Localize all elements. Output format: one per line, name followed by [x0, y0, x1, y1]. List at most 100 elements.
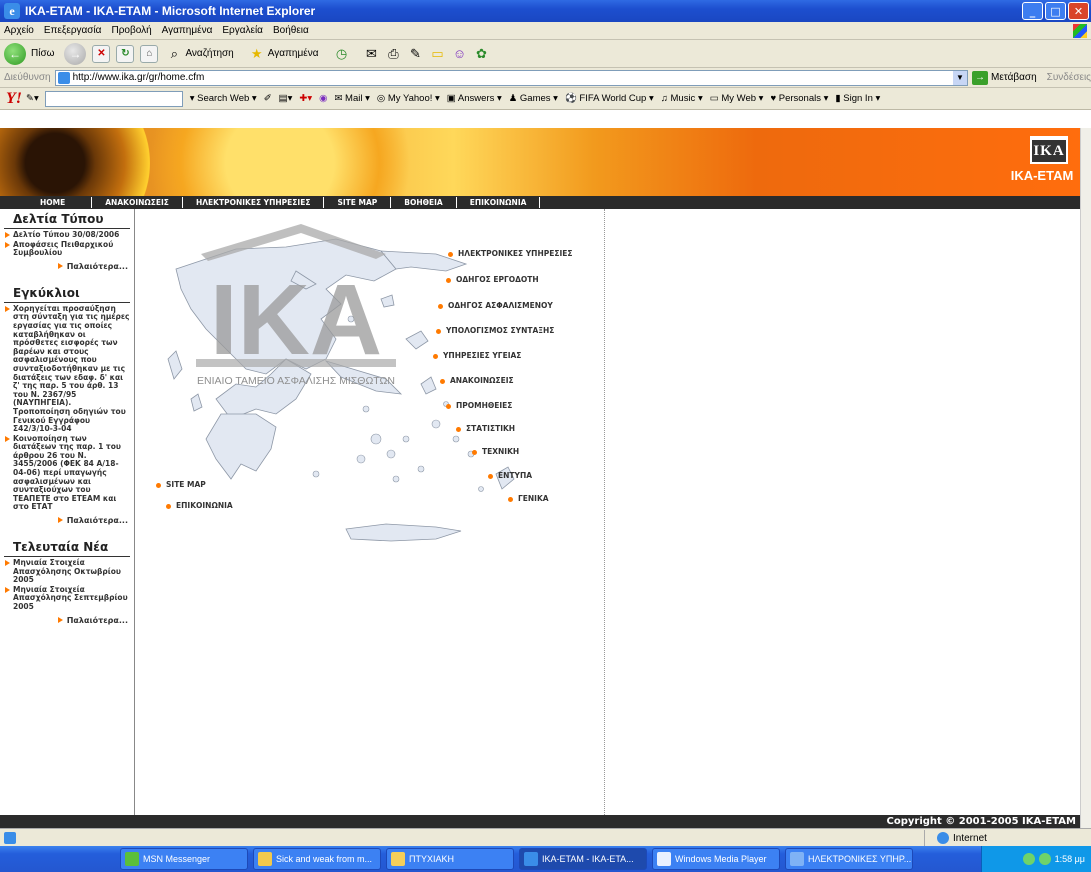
page-status-icon	[4, 831, 16, 844]
yahoo-mail-button[interactable]: ✉ Mail ▾	[334, 93, 369, 104]
circulars-older-link[interactable]: Παλαιότερα...	[0, 516, 134, 525]
map-link-technical[interactable]: ΤΕΧΝΙΚΗ	[472, 447, 519, 456]
task-ika-active[interactable]: IKA-ETAM - IKA-ETA...	[519, 848, 647, 870]
circular-item[interactable]: Χορηγείται προσαύξηση στη σύνταξη για τι…	[0, 304, 134, 434]
news-older-link[interactable]: Παλαιότερα...	[0, 616, 134, 625]
press-older-link[interactable]: Παλαιότερα...	[0, 262, 134, 271]
menu-view[interactable]: Προβολή	[111, 25, 151, 36]
antispy-icon[interactable]: ◉	[319, 93, 327, 104]
ika-logo[interactable]: IKA IKA-ETAM	[1011, 136, 1076, 196]
search-web-button[interactable]: ▾ Search Web ▾	[190, 93, 257, 104]
mail-icon[interactable]: ✉	[362, 45, 380, 63]
map-link-pension-calc[interactable]: ΥΠΟΛΟΓΙΣΜΟΣ ΣΥΝΤΑΞΗΣ	[436, 326, 554, 335]
my-web-button[interactable]: ▭ My Web ▾	[710, 93, 764, 104]
menu-file[interactable]: Αρχείο	[4, 25, 34, 36]
map-link-statistics[interactable]: ΣΤΑΤΙΣΤΙΚΗ	[456, 424, 515, 433]
links-label[interactable]: Συνδέσεις	[1047, 72, 1091, 83]
map-link-general[interactable]: ΓΕΝΙΚΑ	[508, 494, 549, 503]
map-link-site-map[interactable]: SITE MAP	[156, 480, 206, 489]
map-link-contact[interactable]: ΕΠΙΚΟΙΝΩΝΙΑ	[166, 501, 233, 510]
pencil-icon[interactable]: ✎▾	[26, 93, 39, 104]
layout-icon[interactable]: ▤▾	[279, 93, 293, 104]
folder-icon[interactable]: ▭	[428, 45, 446, 63]
forward-arrow-icon[interactable]: →	[64, 42, 87, 65]
tray-icon[interactable]	[1038, 853, 1051, 865]
back-button-label[interactable]: Πίσω	[31, 48, 54, 59]
map-link-insured-guide[interactable]: ΟΔΗΓΟΣ ΑΣΦΑΛΙΣΜΕΝΟΥ	[438, 301, 553, 310]
maximize-button[interactable]: □	[1045, 2, 1066, 20]
favorites-button-label[interactable]: Αγαπημένα	[268, 48, 319, 59]
search-icon[interactable]: ⌕	[165, 45, 183, 63]
clock[interactable]: 1:58 μμ	[1055, 854, 1085, 864]
circular-item[interactable]: Κοινοποίηση των διατάξεων της παρ. 1 του…	[0, 434, 134, 512]
press-item[interactable]: Δελτίο Τύπου 30/08/2006	[0, 230, 134, 240]
sign-in-button[interactable]: ▮ Sign In ▾	[835, 93, 880, 104]
press-item[interactable]: Αποφάσεις Πειθαρχικού Συμβουλίου	[0, 240, 134, 258]
page-scrollbar[interactable]	[1080, 128, 1091, 828]
go-button[interactable]: → Μετάβαση	[971, 70, 1037, 85]
page-content: IKA IKA-ETAM HOME ΑΝΑΚΟΙΝΩΣΕΙΣ ΗΛΕΚΤΡΟΝΙ…	[0, 110, 1091, 828]
back-arrow-icon[interactable]: ←	[4, 42, 26, 65]
page-icon	[57, 71, 70, 84]
zone-label: Internet	[953, 832, 987, 844]
nav-help[interactable]: ΒΟΗΘΕΙΑ	[391, 197, 457, 208]
stop-icon[interactable]: ✕	[92, 44, 111, 63]
print-icon[interactable]: ⎙	[384, 45, 402, 63]
messenger-icon[interactable]: ☺	[450, 45, 468, 63]
map-link-announcements[interactable]: ΑΝΑΚΟΙΝΩΣΕΙΣ	[440, 376, 514, 385]
map-link-e-services[interactable]: ΗΛΕΚΤΡΟΝΙΚΕΣ ΥΠΗΡΕΣΙΕΣ	[448, 249, 573, 258]
plus-icon[interactable]: ✚▾	[299, 93, 312, 104]
nav-site-map[interactable]: SITE MAP	[324, 197, 392, 208]
latest-news-heading: Τελευταία Νέα	[4, 537, 130, 558]
main-nav: HOME ΑΝΑΚΟΙΝΩΣΕΙΣ ΗΛΕΚΤΡΟΝΙΚΕΣ ΥΠΗΡΕΣΙΕΣ…	[0, 196, 1080, 209]
menu-edit[interactable]: Επεξεργασία	[44, 25, 102, 36]
home-icon[interactable]: ⌂	[140, 44, 159, 63]
refresh-icon[interactable]: ↻	[116, 44, 135, 63]
favorites-star-icon[interactable]: ★	[248, 45, 266, 63]
edit-icon[interactable]: ✎	[406, 45, 424, 63]
task-media-player[interactable]: Windows Media Player	[652, 848, 780, 870]
yahoo-logo[interactable]: Y!	[6, 90, 22, 108]
news-item[interactable]: Μηνιαία Στοιχεία Απασχόλησης Οκτωβρίου 2…	[0, 558, 134, 585]
address-url[interactable]: http://www.ika.gr/gr/home.cfm	[73, 72, 205, 83]
highlight-icon[interactable]: ✐	[264, 93, 272, 104]
go-arrow-icon: →	[971, 70, 988, 85]
map-link-forms[interactable]: ΕΝΤΥΠΑ	[488, 471, 532, 480]
fifa-button[interactable]: ⚽ FIFA World Cup ▾	[565, 93, 654, 104]
address-bar: Διεύθυνση http://www.ika.gr/gr/home.cfm …	[0, 68, 1091, 88]
task-eservices[interactable]: ΗΛΕΚΤΡΟΝΙΚΕΣ ΥΠΗΡ...	[785, 848, 913, 870]
nav-e-services[interactable]: ΗΛΕΚΤΡΟΝΙΚΕΣ ΥΠΗΡΕΣΙΕΣ	[183, 197, 325, 208]
nav-home[interactable]: HOME	[0, 197, 93, 208]
menu-tools[interactable]: Εργαλεία	[222, 25, 263, 36]
nav-contact[interactable]: ΕΠΙΚΟΙΝΩΝΙΑ	[457, 197, 541, 208]
tray-icon[interactable]	[1022, 853, 1035, 865]
history-icon[interactable]: ◷	[332, 45, 350, 63]
ie-icon	[524, 852, 538, 866]
map-link-employer-guide[interactable]: ΟΔΗΓΟΣ ΕΡΓΟΔΟΤΗ	[446, 275, 539, 284]
news-item[interactable]: Μηνιαία Στοιχεία Απασχόλησης Σεπτεμβρίου…	[0, 585, 134, 612]
msn-butterfly-icon[interactable]: ✿	[472, 45, 490, 63]
task-msn[interactable]: MSN Messenger	[120, 848, 248, 870]
personals-button[interactable]: ♥ Personals ▾	[770, 93, 828, 104]
menu-bar: Αρχείο Επεξεργασία Προβολή Αγαπημένα Εργ…	[0, 22, 1091, 40]
music-button[interactable]: ♫ Music ▾	[661, 93, 703, 104]
yahoo-search-input[interactable]	[44, 90, 183, 107]
nav-announcements[interactable]: ΑΝΑΚΟΙΝΩΣΕΙΣ	[92, 197, 183, 208]
window-title: IKA-ETAM - IKA-ETAM - Microsoft Internet…	[25, 4, 316, 18]
answers-button[interactable]: ▣ Answers ▾	[447, 93, 502, 104]
press-releases-heading: Δελτία Τύπου	[4, 209, 130, 229]
menu-favorites[interactable]: Αγαπημένα	[162, 25, 213, 36]
games-button[interactable]: ♟ Games ▾	[509, 93, 558, 104]
older-label: Παλαιότερα...	[66, 261, 128, 271]
search-button-label[interactable]: Αναζήτηση	[185, 48, 233, 59]
task-folder[interactable]: ΠΤΥΧΙΑΚΗ	[386, 848, 514, 870]
my-yahoo-button[interactable]: ◎ My Yahoo! ▾	[377, 93, 440, 104]
minimize-button[interactable]: _	[1022, 2, 1043, 20]
task-browser-sick[interactable]: Sick and weak from m...	[253, 848, 381, 870]
map-link-procurements[interactable]: ΠΡΟΜΗΘΕΙΕΣ	[446, 401, 512, 410]
menu-help[interactable]: Βοήθεια	[273, 25, 309, 36]
address-dropdown-icon[interactable]: ▼	[952, 70, 967, 85]
close-button[interactable]: ✕	[1068, 2, 1089, 20]
map-link-health-services[interactable]: ΥΠΗΡΕΣΙΕΣ ΥΓΕΙΑΣ	[433, 351, 521, 360]
address-field[interactable]: http://www.ika.gr/gr/home.cfm ▼	[54, 69, 968, 86]
